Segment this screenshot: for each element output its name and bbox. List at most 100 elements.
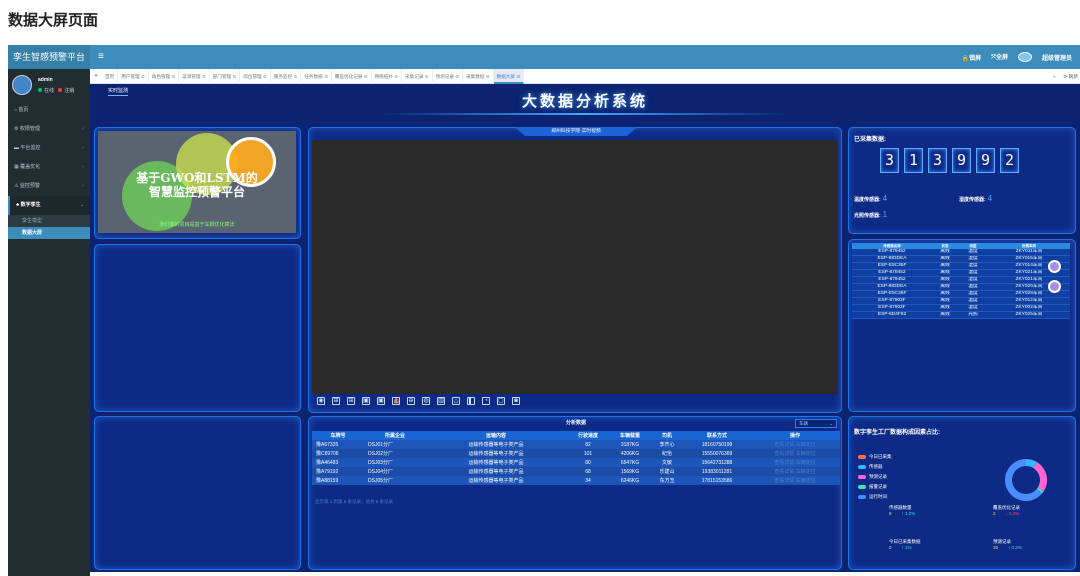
counter-digit: 3 — [928, 148, 947, 173]
building-icon[interactable]: ▥ — [437, 397, 445, 405]
tab-menus[interactable]: 菜单管理 ⊙ — [179, 68, 210, 84]
ship-icon[interactable]: ⛵ — [392, 397, 400, 405]
top-actions: 🔒锁屏 ⤧全屏 超级管理员 — [962, 45, 1072, 69]
video-player[interactable] — [312, 140, 838, 394]
cell-content: 运输传感器等电子类产品 — [426, 467, 566, 476]
legend-label: 预测记录 — [869, 474, 887, 479]
app-title[interactable]: 孪生智感预警平台 — [8, 45, 90, 69]
table-row: ESP-8D4F82 离线 光照 ZKY025车间 — [852, 311, 1070, 320]
avatar[interactable] — [1017, 52, 1032, 62]
tab-collect-records[interactable]: 采集记录 ⊙ — [402, 68, 433, 84]
vehicle-select[interactable]: 车辆 ⌄ — [795, 419, 837, 428]
user-status: 在线 注销 — [38, 87, 74, 94]
layout-icon[interactable]: ▣ — [377, 397, 385, 405]
sidebar-item-alerts[interactable]: ⚠ 监控预警 ‹ — [8, 177, 90, 196]
sidebar-item-digital-twin[interactable]: ♣ 数字孪生 ⌄ — [8, 196, 90, 215]
tab-data-screen[interactable]: 数据大屏 ⊙ — [493, 68, 525, 84]
tab-collect-data[interactable]: 采集数据 ⊙ — [463, 68, 494, 84]
camera-icon[interactable]: ◍ — [422, 397, 430, 405]
row-actions[interactable]: 查看详情 车辆定位 — [750, 458, 840, 467]
humid-sensor-count: 湿度传感器: 4 — [959, 194, 992, 203]
lock-button[interactable]: 🔒锁屏 — [962, 53, 981, 62]
chevron-left-icon: ‹ — [82, 183, 84, 189]
table-row: 豫A67335 DSJ01分厂 运输传感器等电子类产品 82 3187KG 李齐心 1816… — [312, 440, 840, 449]
split-9-icon[interactable]: ⊞ — [347, 397, 355, 405]
cell-status: 离线 — [932, 249, 958, 257]
row-actions[interactable]: 查看详情 车辆定位 — [750, 476, 840, 485]
logout-link[interactable]: 注销 — [64, 88, 74, 94]
fullscreen-button[interactable]: ⤧全屏 — [991, 52, 1008, 62]
tab-coverage-records[interactable]: 覆盖优化记录 ⊙ — [332, 68, 372, 84]
humid-sensor-value: 4 — [987, 194, 993, 203]
sidebar-item-home[interactable]: ⌂ 首页 — [8, 101, 90, 120]
counter-digit: 1 — [904, 148, 923, 173]
tab-home[interactable]: 首页 — [102, 68, 119, 84]
tab-service-monitor[interactable]: 服务监控 ⊙ — [271, 68, 302, 84]
cell-company: DSJ05分厂 — [364, 476, 426, 485]
tab-task-data[interactable]: 任务数据 ⊙ — [301, 68, 332, 84]
pie-legend: 今日已采集 传感器 预测记录 报警记录 运行时间 — [858, 452, 892, 502]
bar-chart-icon[interactable]: ▌ — [467, 397, 475, 405]
window-icon[interactable]: ▣ — [362, 397, 370, 405]
floating-settings-button[interactable] — [1048, 260, 1061, 273]
tab-network-topology[interactable]: 网络拓扑 ⊙ — [372, 68, 403, 84]
screen-icon[interactable]: ▢ — [497, 397, 505, 405]
capture-icon[interactable]: ◉ — [317, 397, 325, 405]
sidebar-subitem-twin-model[interactable]: 孪生模型 — [8, 215, 90, 227]
cell-sensor: ESP-883DEA — [852, 283, 932, 292]
tab-departments[interactable]: 部门管理 ⊙ — [210, 68, 241, 84]
stat-value: 0 — [889, 545, 892, 550]
legend-item[interactable]: 今日已采集 — [858, 452, 892, 462]
row-actions[interactable]: 查看详情 车辆定位 — [750, 440, 840, 449]
dashboard-title: 大数据分析系统 — [521, 93, 648, 110]
legend-item[interactable]: 运行时间 — [858, 492, 892, 502]
area-chart-icon[interactable]: ◔ — [482, 397, 490, 405]
tab-roles[interactable]: 角色管理 ⊙ — [149, 68, 180, 84]
row-actions[interactable]: 查看详情 车辆定位 — [750, 449, 840, 458]
tab-predict-records[interactable]: 预测记录 ⊙ — [433, 68, 464, 84]
monitor-icon: ▬ — [14, 145, 19, 151]
sidebar-subitem-data-screen[interactable]: 数据大屏 — [8, 227, 90, 239]
col-driver: 司机 — [650, 431, 684, 440]
refresh-button[interactable]: ⟳ 刷新 — [1064, 69, 1078, 84]
sidebar-item-platform-monitor[interactable]: ▬ 平台监控 ‹ — [8, 139, 90, 158]
tab-posts[interactable]: 岗位管理 ⊙ — [240, 68, 271, 84]
cell-sensor: ESP-E5C35F — [852, 290, 932, 299]
row-actions[interactable]: 查看详情 车辆定位 — [750, 467, 840, 476]
stat-coverage: 覆盖优化记录 2 ↓ 0.3% — [993, 505, 1020, 516]
admin-name[interactable]: 超级管理员 — [1042, 53, 1072, 62]
legend-label: 今日已采集 — [869, 454, 892, 459]
menu-toggle-icon[interactable]: ≡ — [98, 45, 104, 69]
chevron-left-icon: ‹ — [82, 164, 84, 170]
cell-sensor: ESP-87902F — [852, 297, 932, 306]
sidebar-item-permissions[interactable]: ⚙ 权限管理 ‹ — [8, 120, 90, 139]
cell-sensor: ESP-8D4F82 — [852, 311, 932, 320]
col-load: 车辆载重 — [610, 431, 650, 440]
cell-workshop: ZKY002车间 — [988, 304, 1070, 313]
legend-item[interactable]: 报警记录 — [858, 482, 892, 492]
donut-slice-2[interactable] — [1033, 462, 1047, 492]
split-4-icon[interactable]: ⊞ — [332, 397, 340, 405]
cell-speed: 82 — [566, 440, 610, 449]
record-icon[interactable]: ◙ — [512, 397, 520, 405]
stat-change: ↑ 0.3% — [1008, 545, 1022, 550]
legend-item[interactable]: 预测记录 — [858, 472, 892, 482]
cell-type: 温度 — [958, 290, 988, 299]
video-header: 郑州科技学院-实时视频 — [515, 127, 637, 136]
stat-sensors: 传感器数量 9 ↑ 1.2% — [889, 505, 915, 516]
tabs-next-icon[interactable]: » — [1053, 69, 1056, 84]
floating-theme-button[interactable] — [1048, 280, 1061, 293]
cell-speed: 34 — [566, 476, 610, 485]
flask-icon[interactable]: △ — [452, 397, 460, 405]
table-row: ESP-879452 离线 温度 ZKY021车间 — [852, 269, 1070, 278]
legend-item[interactable]: 传感器 — [858, 462, 892, 472]
sensor-table: 传感器名称 状态 类型 所属车间 ESP-879452 离线 温度 ZKY011车间 … — [852, 243, 1070, 320]
sidebar-item-coverage[interactable]: ▦ 覆盖优化 ‹ — [8, 158, 90, 177]
cell-status: 离线 — [932, 297, 958, 306]
cell-type: 湿度 — [958, 276, 988, 285]
tabs-prev-icon[interactable]: « — [90, 73, 102, 79]
table-row: ESP-E5C35F 离线 温度 ZKY028车间 — [852, 290, 1070, 299]
tab-users[interactable]: 用户管理 ⊙ — [118, 68, 149, 84]
globe-icon[interactable]: ⊕ — [407, 397, 415, 405]
cell-type: 温度 — [958, 249, 988, 257]
